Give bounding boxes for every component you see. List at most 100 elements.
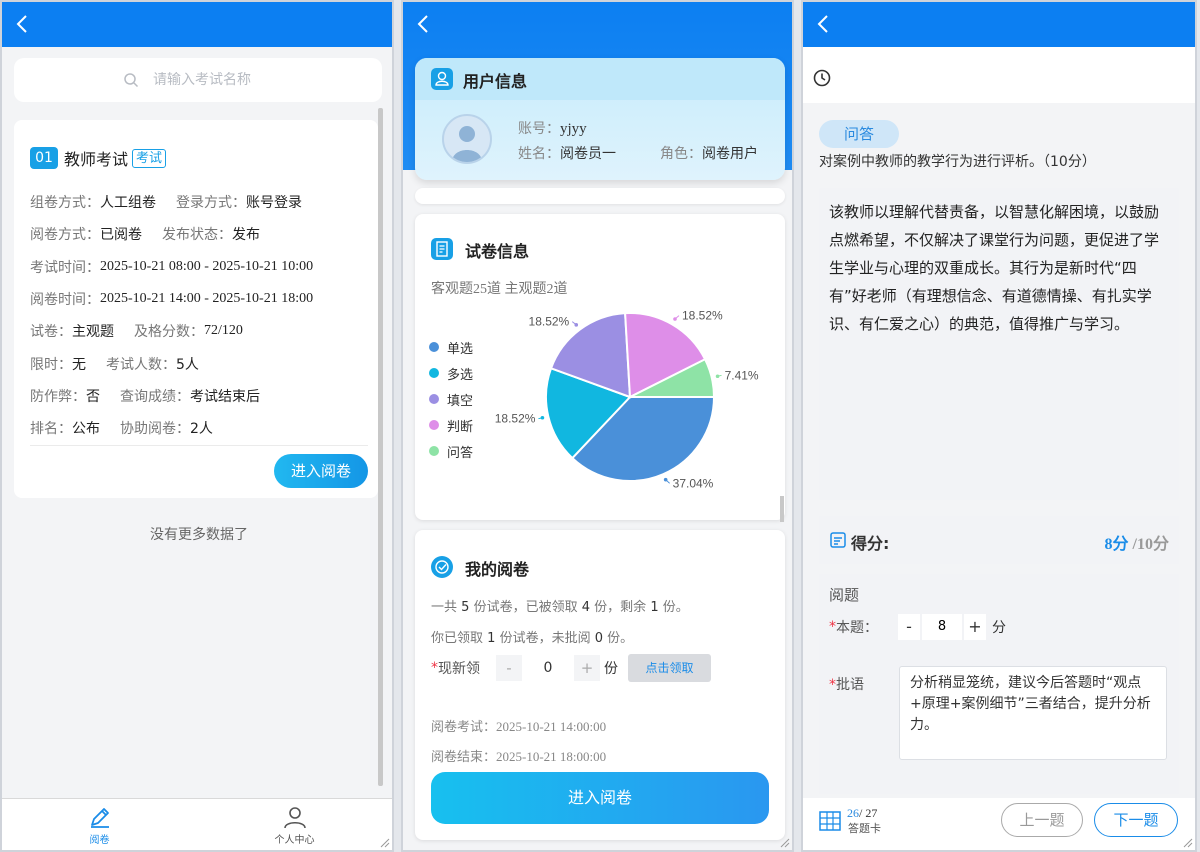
role-value: 阅卷用户	[702, 146, 758, 162]
text: 一共	[431, 600, 458, 615]
comment-label: 批语	[836, 677, 864, 693]
total-count: 5	[461, 600, 470, 615]
info-key: 登录方式：	[176, 195, 246, 212]
info-key: 考试人数：	[106, 356, 176, 373]
prev-question-button[interactable]: 上一题	[1001, 803, 1083, 837]
pie-data-label: 18.52%	[682, 309, 723, 323]
score-input[interactable]	[922, 614, 962, 640]
info-row: 阅卷方式： 已阅卷 发布状态： 发布	[30, 218, 368, 250]
info-value: 否	[86, 388, 100, 405]
info-value: 无	[72, 356, 86, 373]
info-value: 考试结束后	[190, 388, 260, 405]
score-unit: 分	[992, 620, 1006, 636]
search-bar[interactable]	[14, 58, 382, 102]
required-mark: *	[829, 619, 836, 635]
nav-item-review[interactable]: 阅卷	[2, 799, 197, 850]
back-icon[interactable]	[12, 13, 34, 35]
answer-card-label[interactable]: 答题卡	[848, 820, 881, 836]
nav-label: 阅卷	[89, 834, 110, 846]
search-input[interactable]	[153, 72, 273, 88]
review-title: 阅题	[829, 586, 860, 604]
info-row: 限时：无 考试人数： 5人	[30, 347, 368, 379]
avatar	[442, 114, 492, 164]
resize-grip-icon[interactable]	[1181, 836, 1193, 848]
enter-review-button[interactable]: 进入阅卷	[431, 772, 769, 824]
back-icon[interactable]	[413, 13, 435, 35]
info-value: 2025-10-21 08:00 - 2025-10-21 10:00	[100, 258, 314, 274]
name-line: 姓名：阅卷员一	[518, 143, 616, 163]
claim-button[interactable]: 点击领取	[628, 654, 711, 682]
scrollbar[interactable]	[780, 496, 784, 522]
info-value: 账号登录	[246, 195, 302, 212]
score-got: 8分	[1104, 536, 1129, 553]
current-question: 26	[847, 806, 859, 820]
review-end-time: 阅卷结束：2025-10-21 18:00:00	[431, 749, 607, 764]
resize-grip-icon[interactable]	[778, 836, 790, 848]
top-bar	[403, 2, 792, 47]
question-stem: 对案例中教师的教学行为进行评析。（10分）	[819, 154, 1096, 168]
user-info-card: 用户信息 账号：yjyy 姓名：阅卷员一 角色：阅卷用户	[415, 58, 785, 180]
text: 份。	[607, 631, 634, 646]
info-key: 防作弊：	[30, 388, 86, 405]
increase-button[interactable]: +	[574, 655, 600, 681]
info-row: 阅卷时间： 2025-10-21 14:00 - 2025-10-21 18:00	[30, 283, 368, 315]
student-answer: 该教师以理解代替责备，以智慧化解困境，以鼓励点燃希望，不仅解决了课堂行为问题，更…	[829, 203, 1160, 333]
info-key: 及格分数：	[134, 324, 204, 341]
account-value: yjyy	[560, 121, 587, 137]
info-key: 查询成绩：	[120, 388, 190, 405]
info-row: 排名： 公布 协助阅卷： 2人	[30, 412, 368, 444]
pie-data-label: 7.41%	[725, 368, 759, 382]
scrollbar[interactable]	[378, 108, 383, 786]
no-more-data-text: 没有更多数据了	[150, 527, 248, 543]
text: 份，剩余	[594, 600, 647, 615]
comment-textarea[interactable]	[899, 666, 1167, 760]
paper-info-card: 试卷信息 客观题25道 主观题2道 单选 多选 填空 判断 问答 37.04% 18.52…	[415, 214, 785, 520]
unread-count: 0	[594, 631, 604, 646]
answer-card-icon[interactable]	[819, 810, 841, 832]
review-start-time: 阅卷考试：2025-10-21 14:00:00	[431, 719, 607, 734]
info-key: 协助阅卷：	[120, 421, 190, 438]
my-count-line: 你已领取 1 份试卷，未批阅 0 份。	[431, 627, 633, 646]
info-key: 限时：	[30, 356, 72, 373]
info-key: 阅卷方式：	[30, 227, 100, 244]
account-key: 账号：	[518, 121, 560, 137]
claim-label: 现新领	[438, 661, 480, 677]
enter-review-button[interactable]: 进入阅卷	[274, 454, 368, 488]
comment-label-row: *批语	[829, 674, 864, 694]
total-questions: / 27	[859, 806, 878, 820]
top-bar	[803, 2, 1195, 47]
timer-bar	[803, 47, 1195, 103]
my-review-card: 我的阅卷 一共 5 份试卷，已被领取 4 份，剩余 1 份。 你已领取 1 份试…	[415, 530, 785, 840]
info-key: 排名：	[30, 421, 72, 438]
account-line: 账号：yjyy	[518, 118, 587, 138]
nav-item-profile[interactable]: 个人中心	[197, 799, 392, 850]
decrease-button[interactable]: -	[496, 655, 522, 681]
info-value: 5人	[176, 356, 199, 373]
text: 份试卷，未批阅	[499, 631, 591, 646]
user-card-icon	[431, 68, 453, 90]
answer-box: 该教师以理解代替责备，以智慧化解困境，以鼓励点燃希望，不仅解决了课堂行为问题，更…	[819, 188, 1179, 500]
info-key: 发布状态：	[162, 227, 232, 244]
increase-score-button[interactable]: +	[964, 614, 986, 640]
resize-grip-icon[interactable]	[378, 836, 390, 848]
info-value: 72/120	[204, 323, 243, 339]
claim-quantity-input[interactable]	[522, 660, 574, 676]
label-leader-line	[674, 315, 680, 320]
info-value: 公布	[72, 421, 100, 438]
text: 份。	[662, 600, 689, 615]
next-question-button[interactable]: 下一题	[1094, 803, 1178, 837]
name-key: 姓名：	[518, 146, 560, 162]
search-icon	[124, 73, 139, 88]
pie-chart: 37.04% 18.52% 18.52% 18.52% 7.41%	[495, 309, 759, 491]
back-icon[interactable]	[813, 13, 835, 35]
pie-data-label: 18.52%	[495, 412, 536, 426]
score-total: /10分	[1132, 536, 1169, 553]
info-value: 发布	[232, 227, 260, 244]
role-line: 角色：阅卷用户	[660, 143, 758, 163]
text: 份试卷，已被领取	[473, 600, 578, 615]
info-row: 试卷： 主观题 及格分数： 72/120	[30, 315, 368, 347]
decrease-score-button[interactable]: -	[898, 614, 920, 640]
info-value: 已阅卷	[100, 227, 142, 244]
info-key: 考试时间：	[30, 259, 100, 276]
claim-row: * 现新领 - + 份 点击领取	[431, 654, 711, 682]
